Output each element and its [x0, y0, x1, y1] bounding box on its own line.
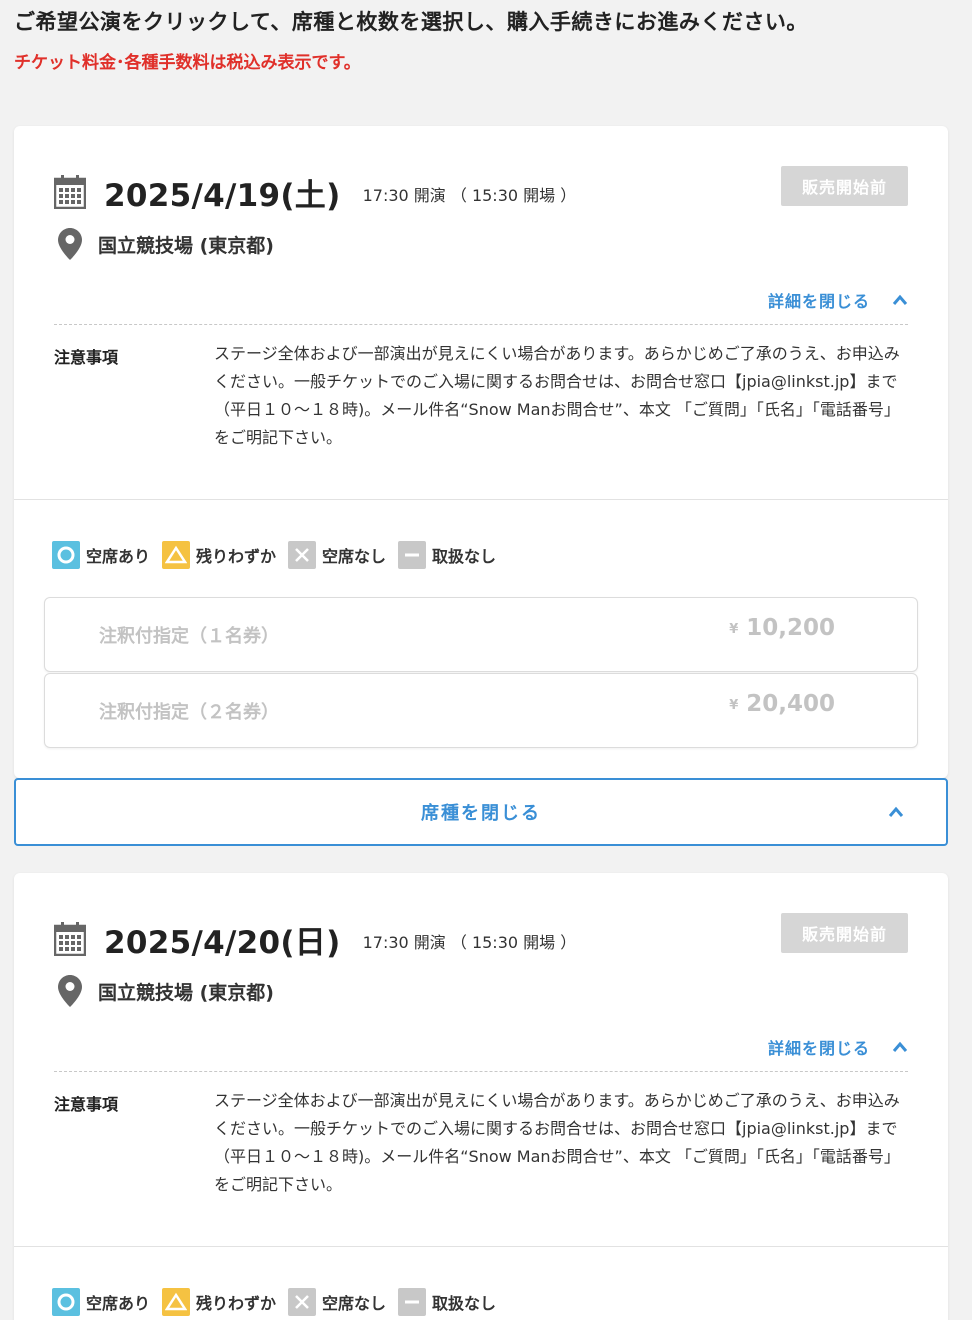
price-value: 10,200	[746, 615, 835, 641]
seat-type-row[interactable]: 注釈付指定（２名券） ¥20,400	[44, 673, 918, 748]
legend-item: 空席あり	[52, 1288, 150, 1316]
status-badge: 販売開始前	[781, 166, 908, 206]
chevron-up-icon	[892, 1041, 908, 1052]
notes-label: 注意事項	[54, 348, 119, 367]
detail-toggle-label: 詳細を閉じる	[767, 292, 870, 311]
notes-text: ステージ全体および一部演出が見えにくい場合があります。あらかじめご了承のうえ、お…	[214, 1091, 900, 1194]
circle-icon	[52, 1288, 80, 1316]
divider	[14, 1246, 948, 1247]
price-value: 20,400	[746, 691, 835, 717]
seat-price: ¥20,400	[729, 691, 835, 717]
legend-item: 空席あり	[52, 541, 150, 569]
detail-toggle-button[interactable]: 詳細を閉じる	[768, 1035, 908, 1059]
location-pin-icon	[58, 975, 82, 1007]
triangle-icon	[162, 541, 191, 569]
circle-icon	[52, 541, 80, 569]
date-row: 2025/4/19(土) 17:30 開演 （ 15:30 開場 ）	[54, 172, 577, 214]
legend-label: 空席なし	[322, 1294, 387, 1313]
dash-icon	[398, 541, 427, 569]
cross-icon	[288, 541, 317, 569]
currency-symbol: ¥	[729, 698, 739, 713]
seat-price: ¥10,200	[729, 615, 835, 641]
detail-toggle-label: 詳細を閉じる	[767, 1039, 870, 1058]
currency-symbol: ¥	[729, 622, 739, 637]
tax-note: チケット料金･各種手数料は税込み表示です。	[14, 53, 361, 73]
venue-row: 国立競技場 (東京都)	[58, 228, 274, 260]
close-seat-types-button[interactable]: 席種を閉じる	[14, 778, 948, 846]
triangle-icon	[162, 1288, 191, 1316]
legend-item: 空席なし	[288, 541, 386, 569]
legend-item: 取扱なし	[398, 541, 496, 569]
legend-label: 取扱なし	[432, 547, 497, 566]
chevron-up-icon	[892, 294, 908, 305]
chevron-up-icon	[888, 806, 904, 817]
legend-label: 空席あり	[86, 1294, 151, 1313]
status-badge: 販売開始前	[781, 913, 908, 953]
legend-label: 残りわずか	[196, 1294, 277, 1313]
legend-item: 残りわずか	[162, 1288, 276, 1316]
venue-name: 国立競技場 (東京都)	[98, 981, 274, 1004]
legend-label: 空席あり	[86, 547, 151, 566]
legend-label: 空席なし	[322, 547, 387, 566]
seat-type-name: 注釈付指定（２名券）	[99, 702, 279, 723]
divider	[54, 1071, 908, 1072]
performance-date: 2025/4/19(土)	[104, 177, 341, 214]
calendar-icon	[54, 922, 86, 956]
divider	[14, 499, 948, 500]
location-pin-icon	[58, 228, 82, 260]
notes-label: 注意事項	[54, 1095, 119, 1114]
dash-icon	[398, 1288, 427, 1316]
legend-item: 残りわずか	[162, 541, 276, 569]
venue-name: 国立競技場 (東京都)	[98, 234, 274, 257]
performance-date: 2025/4/20(日)	[104, 924, 341, 961]
venue-row: 国立競技場 (東京都)	[58, 975, 274, 1007]
legend-label: 残りわずか	[196, 547, 277, 566]
performance-card[interactable]: 2025/4/20(日) 17:30 開演 （ 15:30 開場 ） 販売開始前…	[14, 873, 948, 1320]
detail-toggle-button[interactable]: 詳細を閉じる	[768, 288, 908, 312]
intro: ご希望公演をクリックして、席種と枚数を選択し、購入手続きにお進みください。 チケ…	[14, 6, 808, 73]
seat-type-row[interactable]: 注釈付指定（１名券） ¥10,200	[44, 597, 918, 672]
legend-item: 取扱なし	[398, 1288, 496, 1316]
close-seat-types-label: 席種を閉じる	[421, 803, 541, 824]
date-row: 2025/4/20(日) 17:30 開演 （ 15:30 開場 ）	[54, 919, 577, 961]
performance-time: 17:30 開演 （ 15:30 開場 ）	[362, 186, 577, 205]
performance-time: 17:30 開演 （ 15:30 開場 ）	[362, 933, 577, 952]
availability-legend: 空席あり 残りわずか 空席なし 取扱なし	[52, 541, 508, 569]
notes-text: ステージ全体および一部演出が見えにくい場合があります。あらかじめご了承のうえ、お…	[214, 344, 900, 447]
seat-type-name: 注釈付指定（１名券）	[99, 626, 279, 647]
legend-label: 取扱なし	[432, 1294, 497, 1313]
performance-card[interactable]: 2025/4/19(土) 17:30 開演 （ 15:30 開場 ） 販売開始前…	[14, 126, 948, 778]
legend-item: 空席なし	[288, 1288, 386, 1316]
availability-legend: 空席あり 残りわずか 空席なし 取扱なし	[52, 1288, 508, 1316]
calendar-icon	[54, 175, 86, 209]
divider	[54, 324, 908, 325]
intro-instruction: ご希望公演をクリックして、席種と枚数を選択し、購入手続きにお進みください。	[14, 10, 808, 34]
cross-icon	[288, 1288, 317, 1316]
